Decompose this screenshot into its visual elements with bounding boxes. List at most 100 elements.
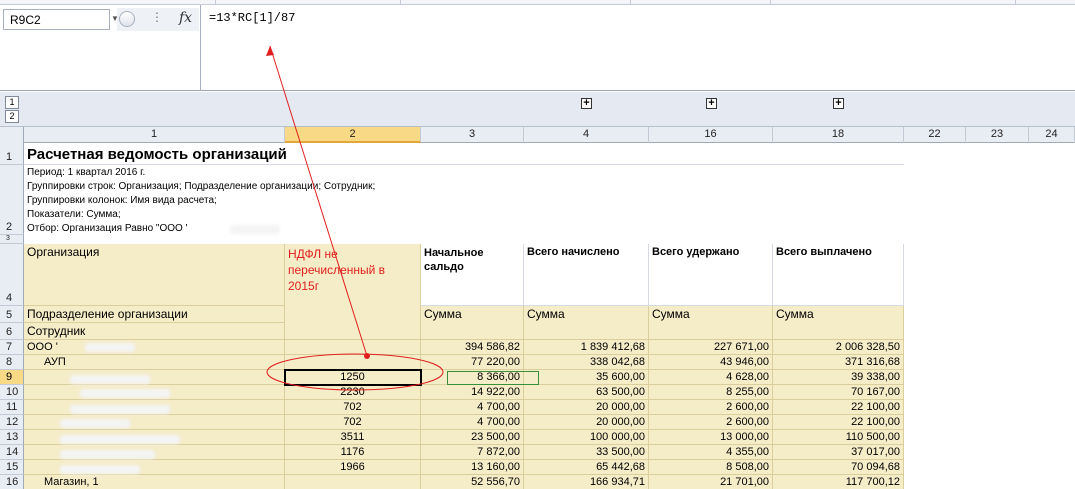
select-all-corner[interactable] xyxy=(0,127,24,143)
redacted-name xyxy=(230,225,280,234)
spreadsheet-grid: 1 2 3 4 16 18 22 23 24 1 2 3 4 5 6 7 8 9… xyxy=(0,127,1075,489)
column-header[interactable]: 16 xyxy=(649,127,773,143)
row-label[interactable]: АУП xyxy=(24,355,285,370)
total-withheld-cell[interactable]: 227 671,00 xyxy=(649,340,773,355)
total-withheld-cell[interactable]: 8 255,00 xyxy=(649,385,773,400)
total-paid-cell[interactable]: 39 338,00 xyxy=(773,370,904,385)
ndfl-cell[interactable] xyxy=(285,340,421,355)
total-paid-cell[interactable]: 371 316,68 xyxy=(773,355,904,370)
row-header[interactable]: 11 xyxy=(0,400,24,415)
column-header[interactable]: 3 xyxy=(421,127,524,143)
total-accrued-cell[interactable]: 20 000,00 xyxy=(524,400,649,415)
expand-formula-button[interactable] xyxy=(119,11,135,27)
opening-balance-cell[interactable]: 77 220,00 xyxy=(421,355,524,370)
opening-balance-cell[interactable]: 14 922,00 xyxy=(421,385,524,400)
formula-input[interactable]: =13*RC[1]/87 xyxy=(200,5,1075,91)
expand-group-button[interactable]: + xyxy=(706,98,717,109)
total-paid-cell[interactable]: 70 167,00 xyxy=(773,385,904,400)
row-header[interactable]: 1 xyxy=(0,143,24,165)
total-withheld-cell[interactable]: 2 600,00 xyxy=(649,400,773,415)
total-withheld-cell[interactable]: 43 946,00 xyxy=(649,355,773,370)
total-accrued-cell[interactable]: 65 442,68 xyxy=(524,460,649,475)
insert-function-icon[interactable]: fx xyxy=(179,10,192,26)
ndfl-cell[interactable]: 2230 xyxy=(285,385,421,400)
ndfl-cell[interactable]: 702 xyxy=(285,400,421,415)
outline-level-1-button[interactable]: 1 xyxy=(5,96,19,109)
opening-balance-cell[interactable]: 23 500,00 xyxy=(421,430,524,445)
row-header[interactable]: 10 xyxy=(0,385,24,400)
redacted-name xyxy=(70,375,150,384)
report-indicators: Показатели: Сумма; xyxy=(27,209,121,220)
total-paid-cell[interactable]: 110 500,00 xyxy=(773,430,904,445)
total-paid-cell[interactable]: 22 100,00 xyxy=(773,415,904,430)
column-header[interactable]: 22 xyxy=(904,127,966,143)
total-accrued-cell[interactable]: 33 500,00 xyxy=(524,445,649,460)
ndfl-cell[interactable] xyxy=(285,475,421,489)
opening-balance-cell[interactable]: 52 556,70 xyxy=(421,475,524,489)
total-withheld-cell[interactable]: 21 701,00 xyxy=(649,475,773,489)
total-withheld-cell[interactable]: 4 628,00 xyxy=(649,370,773,385)
opening-balance-cell[interactable]: 4 700,00 xyxy=(421,400,524,415)
ndfl-cell[interactable]: 1966 xyxy=(285,460,421,475)
column-header[interactable]: 24 xyxy=(1029,127,1075,143)
total-accrued-cell[interactable]: 100 000,00 xyxy=(524,430,649,445)
total-paid-cell[interactable]: 2 006 328,50 xyxy=(773,340,904,355)
header-sum: Сумма xyxy=(421,306,524,340)
total-accrued-cell[interactable]: 20 000,00 xyxy=(524,415,649,430)
row-header-selected[interactable]: 9 xyxy=(0,370,24,385)
total-accrued-cell[interactable]: 338 042,68 xyxy=(524,355,649,370)
row-label[interactable]: ООО ' xyxy=(24,340,285,355)
ndfl-cell[interactable]: 1176 xyxy=(285,445,421,460)
expand-group-button[interactable]: + xyxy=(833,98,844,109)
expand-group-button[interactable]: + xyxy=(581,98,592,109)
total-withheld-cell[interactable]: 8 508,00 xyxy=(649,460,773,475)
row-header[interactable]: 14 xyxy=(0,445,24,460)
total-accrued-cell[interactable]: 63 500,00 xyxy=(524,385,649,400)
total-paid-cell[interactable]: 37 017,00 xyxy=(773,445,904,460)
resize-grip-icon[interactable]: ⋮ xyxy=(151,10,164,24)
row-header[interactable]: 5 xyxy=(0,306,24,323)
total-withheld-cell[interactable]: 4 355,00 xyxy=(649,445,773,460)
row-header[interactable]: 16 xyxy=(0,475,24,489)
column-header-selected[interactable]: 2 xyxy=(285,127,421,143)
report-title: Расчетная ведомость организаций xyxy=(24,143,904,165)
row-header[interactable]: 15 xyxy=(0,460,24,475)
redacted-name xyxy=(60,419,130,428)
ndfl-cell[interactable]: 3511 xyxy=(285,430,421,445)
opening-balance-cell[interactable]: 7 872,00 xyxy=(421,445,524,460)
total-paid-cell[interactable]: 70 094,68 xyxy=(773,460,904,475)
header-total-accrued: Всего начислено xyxy=(524,244,649,306)
opening-balance-cell[interactable]: 4 700,00 xyxy=(421,415,524,430)
row-header[interactable]: 8 xyxy=(0,355,24,370)
opening-balance-cell[interactable]: 13 160,00 xyxy=(421,460,524,475)
redacted-name xyxy=(60,450,155,459)
column-header[interactable]: 1 xyxy=(24,127,285,143)
total-paid-cell[interactable]: 117 700,12 xyxy=(773,475,904,489)
total-accrued-cell[interactable]: 35 600,00 xyxy=(524,370,649,385)
row-header[interactable]: 4 xyxy=(0,244,24,306)
column-header[interactable]: 18 xyxy=(773,127,904,143)
report-period: Период: 1 квартал 2016 г. xyxy=(27,167,146,178)
row-label[interactable]: Магазин, 1 xyxy=(24,475,285,489)
total-accrued-cell[interactable]: 166 934,71 xyxy=(524,475,649,489)
header-opening-balance: Начальное сальдо xyxy=(421,244,524,306)
ndfl-cell[interactable] xyxy=(285,355,421,370)
active-cell-border xyxy=(284,369,422,386)
column-header[interactable]: 23 xyxy=(966,127,1029,143)
row-header[interactable]: 2 xyxy=(0,165,24,235)
total-withheld-cell[interactable]: 2 600,00 xyxy=(649,415,773,430)
name-box[interactable]: R9C2 xyxy=(3,9,110,30)
row-header[interactable]: 12 xyxy=(0,415,24,430)
opening-balance-cell[interactable]: 394 586,82 xyxy=(421,340,524,355)
total-withheld-cell[interactable]: 13 000,00 xyxy=(649,430,773,445)
outline-level-2-button[interactable]: 2 xyxy=(5,110,19,123)
total-accrued-cell[interactable]: 1 839 412,68 xyxy=(524,340,649,355)
column-header[interactable]: 4 xyxy=(524,127,649,143)
total-paid-cell[interactable]: 22 100,00 xyxy=(773,400,904,415)
row-header[interactable]: 3 xyxy=(0,235,24,244)
row-header[interactable]: 6 xyxy=(0,323,24,340)
row-label[interactable] xyxy=(24,370,285,385)
ndfl-cell[interactable]: 702 xyxy=(285,415,421,430)
row-header[interactable]: 13 xyxy=(0,430,24,445)
row-header[interactable]: 7 xyxy=(0,340,24,355)
